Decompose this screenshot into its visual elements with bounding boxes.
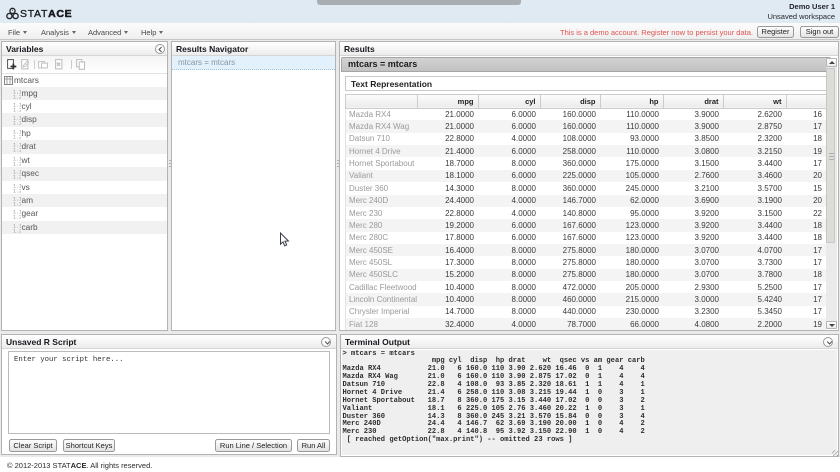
svg-text:1.2: 1.2 bbox=[13, 134, 21, 139]
svg-text:1.2: 1.2 bbox=[13, 175, 21, 180]
svg-text:1.2: 1.2 bbox=[13, 94, 21, 99]
svg-text:1.2: 1.2 bbox=[13, 228, 21, 233]
svg-text:1.2: 1.2 bbox=[13, 215, 21, 220]
svg-text:1.2: 1.2 bbox=[13, 202, 21, 207]
svg-text:1.2: 1.2 bbox=[13, 148, 21, 153]
svg-text:1.2: 1.2 bbox=[13, 107, 21, 112]
svg-text:1.2: 1.2 bbox=[13, 161, 21, 166]
svg-text:1.2: 1.2 bbox=[13, 121, 21, 126]
svg-text:1.2: 1.2 bbox=[13, 188, 21, 193]
